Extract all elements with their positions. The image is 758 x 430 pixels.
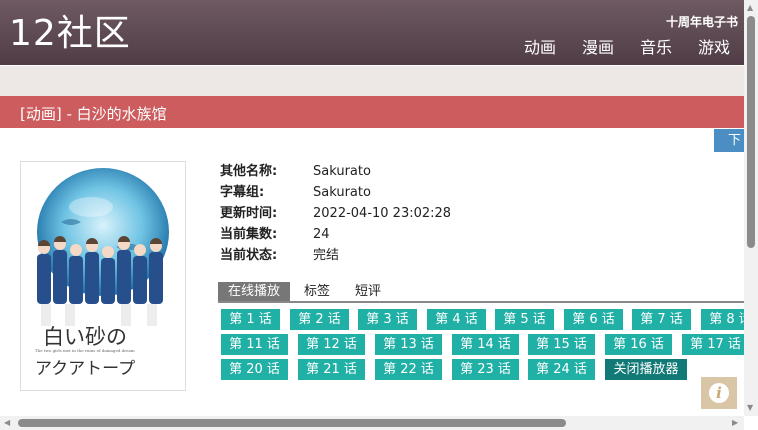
episode-button[interactable]: 第 3 话	[358, 309, 417, 330]
page-title-bar: [动画] - 白沙的水族馆	[0, 96, 744, 128]
info-row-subgroup: 字幕组: Sakurato	[220, 184, 451, 205]
info-row-alias: 其他名称: Sakurato	[220, 163, 451, 184]
episode-button[interactable]: 第 13 话	[375, 334, 442, 355]
horizontal-scroll-thumb[interactable]	[18, 419, 566, 427]
site-header: 12社区 十周年电子书 动画 漫画 音乐 游戏	[0, 0, 744, 65]
nav-manga[interactable]: 漫画	[582, 38, 614, 58]
episode-button[interactable]: 第 14 话	[452, 334, 519, 355]
anniversary-ebook-link[interactable]: 十周年电子书	[666, 13, 738, 30]
page-title: [动画] - 白沙的水族馆	[20, 105, 167, 123]
info-row-episodes: 当前集数: 24	[220, 226, 451, 247]
info-value: 完结	[313, 248, 340, 263]
episode-button[interactable]: 第 23 话	[452, 359, 519, 380]
content-tabs: 在线播放 标签 短评	[218, 282, 744, 303]
poster-title-line2: アクアトープ	[35, 359, 135, 379]
episode-button[interactable]: 第 7 话	[632, 309, 691, 330]
info-label: 更新时间:	[220, 206, 278, 221]
scroll-up-icon[interactable]: ▲	[747, 3, 753, 12]
scroll-right-icon[interactable]: ▶	[732, 418, 738, 427]
tab-tags[interactable]: 标签	[304, 282, 330, 301]
tab-short-reviews[interactable]: 短评	[355, 282, 381, 301]
episode-button[interactable]: 第 15 话	[528, 334, 595, 355]
episode-button[interactable]: 第 17 话	[682, 334, 744, 355]
anime-poster[interactable]: 白い砂の The two girls met in the ruins of d…	[20, 161, 186, 391]
site-logo[interactable]: 12社区	[9, 12, 131, 56]
close-player-button[interactable]: 关闭播放器	[605, 359, 687, 380]
nav-anime[interactable]: 动画	[524, 38, 556, 58]
main-nav: 动画 漫画 音乐 游戏	[524, 38, 730, 58]
scroll-down-icon[interactable]: ▼	[747, 403, 753, 412]
info-label: 当前状态:	[220, 248, 278, 263]
info-label: 其他名称:	[220, 164, 278, 179]
episode-button[interactable]: 第 21 话	[298, 359, 365, 380]
tab-online-play[interactable]: 在线播放	[218, 282, 291, 301]
episode-button[interactable]: 第 1 话	[221, 309, 280, 330]
episode-button[interactable]: 第 4 话	[427, 309, 486, 330]
info-value: Sakurato	[313, 185, 371, 200]
info-value: Sakurato	[313, 164, 371, 179]
sub-header-band	[0, 66, 744, 96]
episode-button[interactable]: 第 11 话	[221, 334, 288, 355]
info-label: 字幕组:	[220, 185, 265, 200]
info-row-status: 当前状态: 完结	[220, 247, 451, 268]
poster-art: 白い砂の The two girls met in the ruins of d…	[21, 162, 185, 390]
scroll-left-icon[interactable]: ◀	[4, 418, 10, 427]
vertical-scrollbar[interactable]: ▲ ▼	[744, 0, 758, 416]
nav-music[interactable]: 音乐	[640, 38, 672, 58]
info-row-updated: 更新时间: 2022-04-10 23:02:28	[220, 205, 451, 226]
episode-button[interactable]: 第 6 话	[564, 309, 623, 330]
anime-info: 其他名称: Sakurato 字幕组: Sakurato 更新时间: 2022-…	[220, 163, 451, 268]
info-value: 24	[313, 227, 330, 242]
download-button[interactable]: 下	[714, 129, 744, 152]
poster-subtitle: The two girls met in the ruins of damage…	[35, 348, 135, 353]
horizontal-scrollbar[interactable]: ◀ ▶	[0, 416, 744, 430]
nav-games[interactable]: 游戏	[698, 38, 730, 58]
episode-list: 第 1 话 第 2 话 第 3 话 第 4 话 第 5 话 第 6 话 第 7 …	[221, 309, 744, 381]
episode-button[interactable]: 第 20 话	[221, 359, 288, 380]
episode-button[interactable]: 第 8 话	[701, 309, 744, 330]
episode-button[interactable]: 第 12 话	[298, 334, 365, 355]
episode-button[interactable]: 第 2 话	[290, 309, 349, 330]
episode-button[interactable]: 第 22 话	[375, 359, 442, 380]
info-icon: i	[709, 383, 729, 403]
poster-title-line1: 白い砂の	[43, 325, 127, 349]
episode-button[interactable]: 第 24 话	[528, 359, 595, 380]
episode-button[interactable]: 第 16 话	[605, 334, 672, 355]
info-label: 当前集数:	[220, 227, 278, 242]
vertical-scroll-thumb[interactable]	[747, 16, 755, 248]
info-button[interactable]: i	[701, 377, 737, 409]
info-value: 2022-04-10 23:02:28	[313, 206, 452, 221]
episode-button[interactable]: 第 5 话	[495, 309, 554, 330]
